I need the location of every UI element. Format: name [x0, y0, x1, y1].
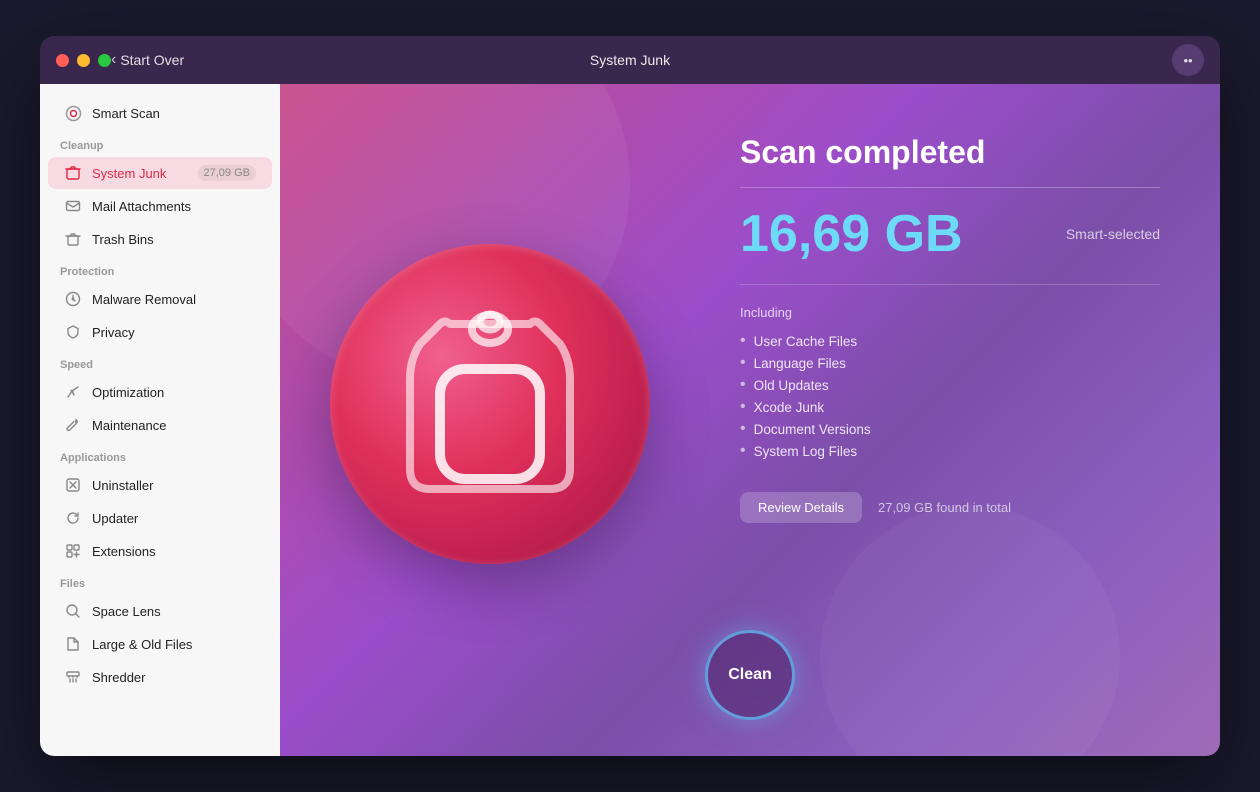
- divider-1: [740, 187, 1160, 188]
- back-button[interactable]: ‹ Start Over: [111, 51, 184, 69]
- system-junk-icon: [64, 164, 82, 182]
- sidebar-item-large-old-files[interactable]: Large & Old Files: [48, 628, 272, 660]
- app-icon-wrapper: [330, 244, 650, 564]
- content-area: Scan completed 16,69 GB Smart-selected I…: [280, 84, 1220, 756]
- space-lens-label: Space Lens: [92, 604, 256, 619]
- uninstaller-icon: [64, 476, 82, 494]
- bottom-row: Review Details 27,09 GB found in total: [740, 492, 1160, 523]
- info-button[interactable]: ••: [1172, 44, 1204, 76]
- privacy-icon: [64, 323, 82, 341]
- clean-btn-wrapper: Clean: [705, 630, 795, 720]
- shredder-label: Shredder: [92, 670, 256, 685]
- total-found-label: 27,09 GB found in total: [878, 500, 1011, 515]
- sidebar-item-updater[interactable]: Updater: [48, 502, 272, 534]
- sidebar-item-uninstaller[interactable]: Uninstaller: [48, 469, 272, 501]
- bg-decoration-2: [820, 506, 1120, 756]
- section-applications: Applications: [40, 442, 280, 468]
- maintenance-label: Maintenance: [92, 418, 256, 433]
- size-value: 16,69 GB: [740, 208, 963, 260]
- sidebar-item-space-lens[interactable]: Space Lens: [48, 595, 272, 627]
- trash-bins-icon: [64, 230, 82, 248]
- section-speed: Speed: [40, 349, 280, 375]
- back-button-label: Start Over: [120, 52, 184, 68]
- including-label: Including: [740, 305, 1160, 320]
- close-button[interactable]: [56, 54, 69, 67]
- section-cleanup: Cleanup: [40, 130, 280, 156]
- sidebar-item-shredder[interactable]: Shredder: [48, 661, 272, 693]
- list-item: User Cache Files: [740, 330, 1160, 352]
- divider-2: [740, 284, 1160, 285]
- list-item: Language Files: [740, 352, 1160, 374]
- sidebar-item-optimization[interactable]: Optimization: [48, 376, 272, 408]
- maintenance-icon: [64, 416, 82, 434]
- privacy-label: Privacy: [92, 325, 256, 340]
- malware-removal-label: Malware Removal: [92, 292, 256, 307]
- sidebar-item-trash-bins[interactable]: Trash Bins: [48, 223, 272, 255]
- titlebar: ‹ Start Over System Junk ••: [40, 36, 1220, 84]
- back-chevron-icon: ‹: [111, 51, 116, 69]
- clean-button[interactable]: Clean: [705, 630, 795, 720]
- list-item: System Log Files: [740, 440, 1160, 462]
- app-icon: [330, 244, 650, 564]
- list-item: Old Updates: [740, 374, 1160, 396]
- section-files: Files: [40, 568, 280, 594]
- extensions-icon: [64, 542, 82, 560]
- mail-attachments-label: Mail Attachments: [92, 199, 256, 214]
- maximize-button[interactable]: [98, 54, 111, 67]
- system-junk-label: System Junk: [92, 166, 188, 181]
- mail-attachments-icon: [64, 197, 82, 215]
- shredder-icon: [64, 668, 82, 686]
- titlebar-center: System Junk: [590, 52, 670, 68]
- sidebar-item-system-junk[interactable]: System Junk 27,09 GB: [48, 157, 272, 189]
- extensions-label: Extensions: [92, 544, 256, 559]
- traffic-lights: [56, 54, 111, 67]
- optimization-icon: [64, 383, 82, 401]
- large-old-files-icon: [64, 635, 82, 653]
- right-panel: Scan completed 16,69 GB Smart-selected I…: [740, 134, 1160, 543]
- system-junk-badge: 27,09 GB: [198, 165, 256, 181]
- malware-removal-icon: [64, 290, 82, 308]
- sidebar-item-mail-attachments[interactable]: Mail Attachments: [48, 190, 272, 222]
- app-window: ‹ Start Over System Junk •• Smart Scan: [40, 36, 1220, 756]
- space-lens-icon: [64, 602, 82, 620]
- titlebar-right: ••: [1172, 44, 1204, 76]
- main-content: Smart Scan Cleanup System Junk 27,09 GB: [40, 84, 1220, 756]
- large-old-files-label: Large & Old Files: [92, 637, 256, 652]
- trash-bins-label: Trash Bins: [92, 232, 256, 247]
- app-icon-circle: [330, 244, 650, 564]
- items-list: User Cache Files Language Files Old Upda…: [740, 330, 1160, 462]
- updater-icon: [64, 509, 82, 527]
- titlebar-title: System Junk: [590, 52, 670, 68]
- sidebar-item-malware-removal[interactable]: Malware Removal: [48, 283, 272, 315]
- list-item: Xcode Junk: [740, 396, 1160, 418]
- smart-scan-icon: [64, 104, 82, 122]
- updater-label: Updater: [92, 511, 256, 526]
- sidebar-item-maintenance[interactable]: Maintenance: [48, 409, 272, 441]
- sidebar-item-extensions[interactable]: Extensions: [48, 535, 272, 567]
- size-row: 16,69 GB Smart-selected: [740, 208, 1160, 260]
- smart-selected-label: Smart-selected: [1066, 226, 1160, 242]
- sidebar: Smart Scan Cleanup System Junk 27,09 GB: [40, 84, 280, 756]
- scan-completed-title: Scan completed: [740, 134, 1160, 171]
- app-logo-svg: [390, 294, 590, 514]
- minimize-button[interactable]: [77, 54, 90, 67]
- optimization-label: Optimization: [92, 385, 256, 400]
- review-details-button[interactable]: Review Details: [740, 492, 862, 523]
- section-protection: Protection: [40, 256, 280, 282]
- sidebar-item-privacy[interactable]: Privacy: [48, 316, 272, 348]
- smart-scan-label: Smart Scan: [92, 106, 256, 121]
- sidebar-item-smart-scan[interactable]: Smart Scan: [48, 97, 272, 129]
- uninstaller-label: Uninstaller: [92, 478, 256, 493]
- list-item: Document Versions: [740, 418, 1160, 440]
